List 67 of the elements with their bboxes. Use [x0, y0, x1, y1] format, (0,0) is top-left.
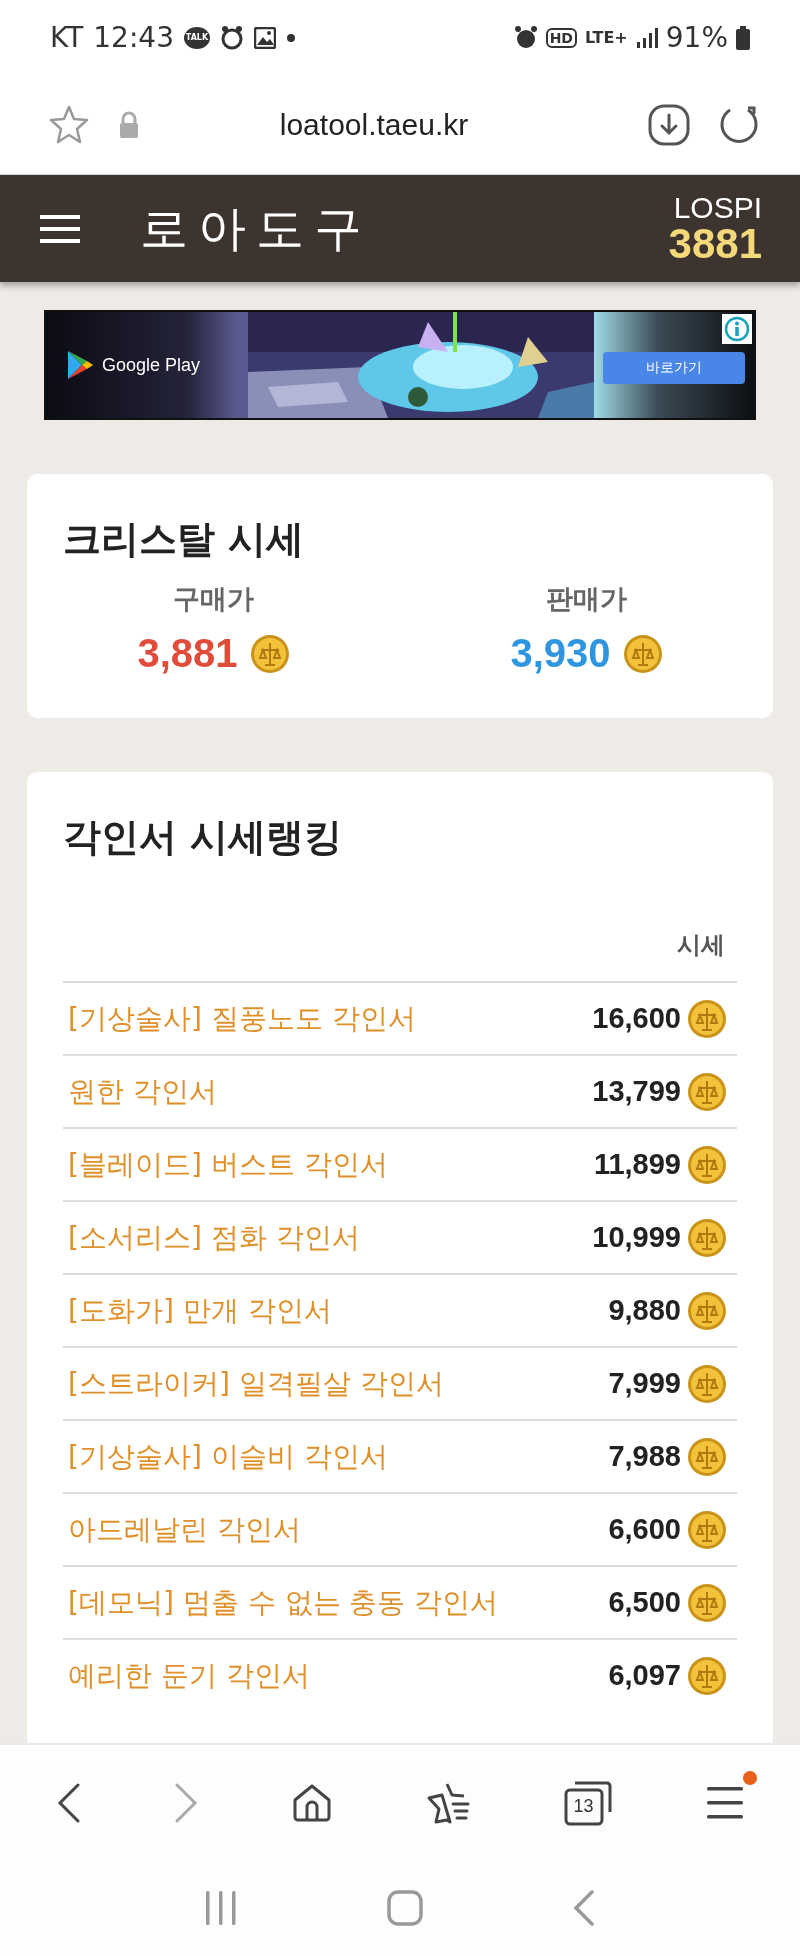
price-cell: 13,799 [592, 1075, 681, 1108]
item-link[interactable]: [스트라이커] 일격필살 각인서 [68, 1364, 609, 1403]
item-link[interactable]: 예리한 둔기 각인서 [68, 1656, 609, 1695]
coin-icon [687, 1436, 727, 1477]
price-cell: 9,880 [608, 1294, 681, 1327]
price-label: 판매가 [546, 582, 627, 616]
play-store-icon [66, 350, 94, 380]
lock-icon [118, 110, 140, 139]
chat-badge-icon: TALK [184, 26, 210, 49]
item-link[interactable]: [데모닉] 멈출 수 없는 충동 각인서 [68, 1583, 609, 1622]
go-button[interactable]: 바로가기 [603, 352, 745, 384]
network-type-text: LTE+ [584, 29, 628, 46]
item-link[interactable]: 아드레날린 각인서 [68, 1510, 609, 1549]
url-text[interactable]: loatool.taeu.kr [168, 107, 580, 142]
price-cell: 11,899 [593, 1148, 681, 1181]
price-cell: 7,999 [608, 1367, 681, 1400]
brand-text: Google Play [102, 354, 201, 376]
coin-icon [687, 1509, 727, 1550]
ad-banner[interactable]: Google Play 바로가기 [44, 310, 756, 420]
coin-icon [687, 1582, 727, 1623]
coin-icon [687, 998, 727, 1039]
star-icon[interactable] [48, 103, 90, 146]
card-title: 크리스탈 시세 [63, 516, 306, 563]
menu-icon[interactable] [40, 214, 80, 243]
item-link[interactable]: [도화가] 만개 각인서 [68, 1291, 609, 1330]
price-cell: 7,988 [608, 1440, 681, 1473]
item-link[interactable]: [기상술사] 질풍노도 각인서 [68, 999, 593, 1038]
hd-voice-icon: HD [545, 27, 577, 48]
coin-icon [687, 1655, 727, 1696]
recent-apps-icon[interactable] [205, 1891, 237, 1925]
clock-text: 12:43 [93, 21, 174, 54]
battery-text: 91% [665, 21, 728, 54]
price-label: 구매가 [173, 582, 254, 616]
item-link[interactable]: [블레이드] 버스트 각인서 [68, 1145, 594, 1184]
coin-icon [622, 633, 663, 674]
price-value: 3,930 [510, 631, 611, 676]
coin-icon [687, 1290, 727, 1331]
dot-icon [286, 32, 296, 43]
back-icon[interactable] [56, 1781, 81, 1824]
coin-icon [249, 633, 290, 674]
info-icon[interactable] [722, 314, 752, 344]
battery-icon [736, 25, 750, 50]
item-link[interactable]: [기상술사] 이슬비 각인서 [68, 1437, 609, 1476]
home-icon[interactable] [292, 1782, 333, 1823]
site-logo[interactable]: 로아도구 [140, 196, 372, 261]
index-value: 3881 [668, 222, 762, 265]
price-value: 3,881 [137, 631, 238, 676]
price-cell: 6,097 [608, 1659, 681, 1692]
price-cell: 10,999 [592, 1221, 681, 1254]
coin-icon [687, 1071, 727, 1112]
column-header: 시세 [677, 930, 725, 961]
carrier-text: KT [50, 21, 84, 54]
coin-icon [687, 1363, 727, 1404]
price-cell: 16,600 [592, 1002, 681, 1035]
index-label: LOSPI [673, 192, 762, 223]
download-icon[interactable] [648, 103, 690, 146]
alarm-icon [220, 24, 244, 51]
coin-icon [687, 1217, 727, 1258]
price-cell: 6,600 [608, 1513, 681, 1546]
alarm-icon [513, 24, 538, 51]
signal-icon [635, 26, 658, 49]
item-link[interactable]: 원한 각인서 [68, 1072, 593, 1111]
image-icon [254, 26, 276, 49]
item-link[interactable]: [소서리스] 점화 각인서 [68, 1218, 593, 1257]
price-cell: 6,500 [608, 1586, 681, 1619]
coin-icon [687, 1144, 727, 1185]
card-title: 각인서 시세랭킹 [63, 814, 344, 861]
